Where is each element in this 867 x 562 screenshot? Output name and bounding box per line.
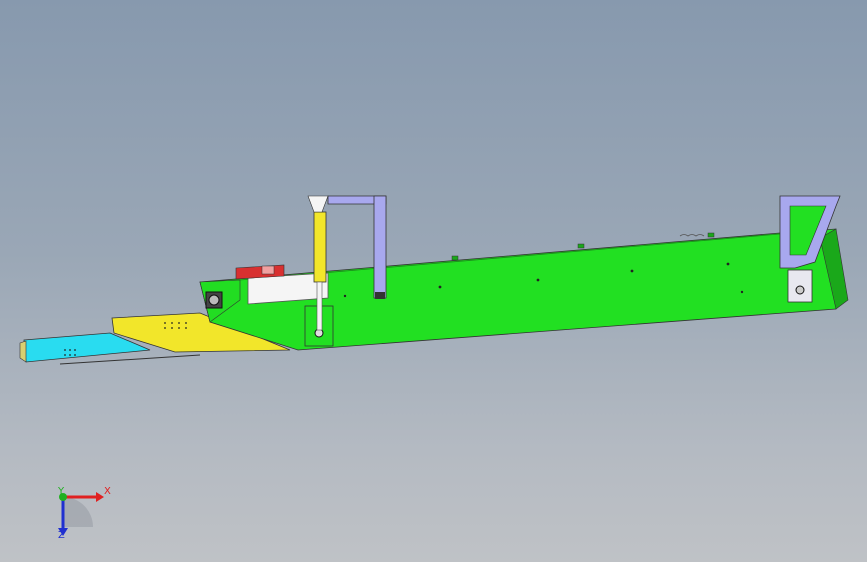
cyan-plate-edge: [19, 340, 27, 363]
hinge-pin: [795, 285, 805, 295]
actuator-rod: [316, 281, 323, 331]
cad-model-scene[interactable]: [0, 0, 867, 562]
connector-socket: [208, 294, 220, 306]
red-part-window: [261, 265, 275, 275]
triad-shadow: [63, 497, 93, 527]
x-axis-head: [96, 492, 104, 502]
z-axis-label: Z: [58, 530, 65, 541]
x-axis-label: X: [104, 486, 111, 497]
actuator-cylinder[interactable]: [313, 211, 327, 283]
actuator-mount: [307, 195, 329, 213]
y-axis-label: Y: [58, 486, 65, 497]
spring-detail: [679, 234, 705, 237]
graphics-viewport[interactable]: X Y Z: [0, 0, 867, 562]
frame-left-foot: [375, 292, 385, 299]
frame-left-post[interactable]: [373, 195, 387, 299]
